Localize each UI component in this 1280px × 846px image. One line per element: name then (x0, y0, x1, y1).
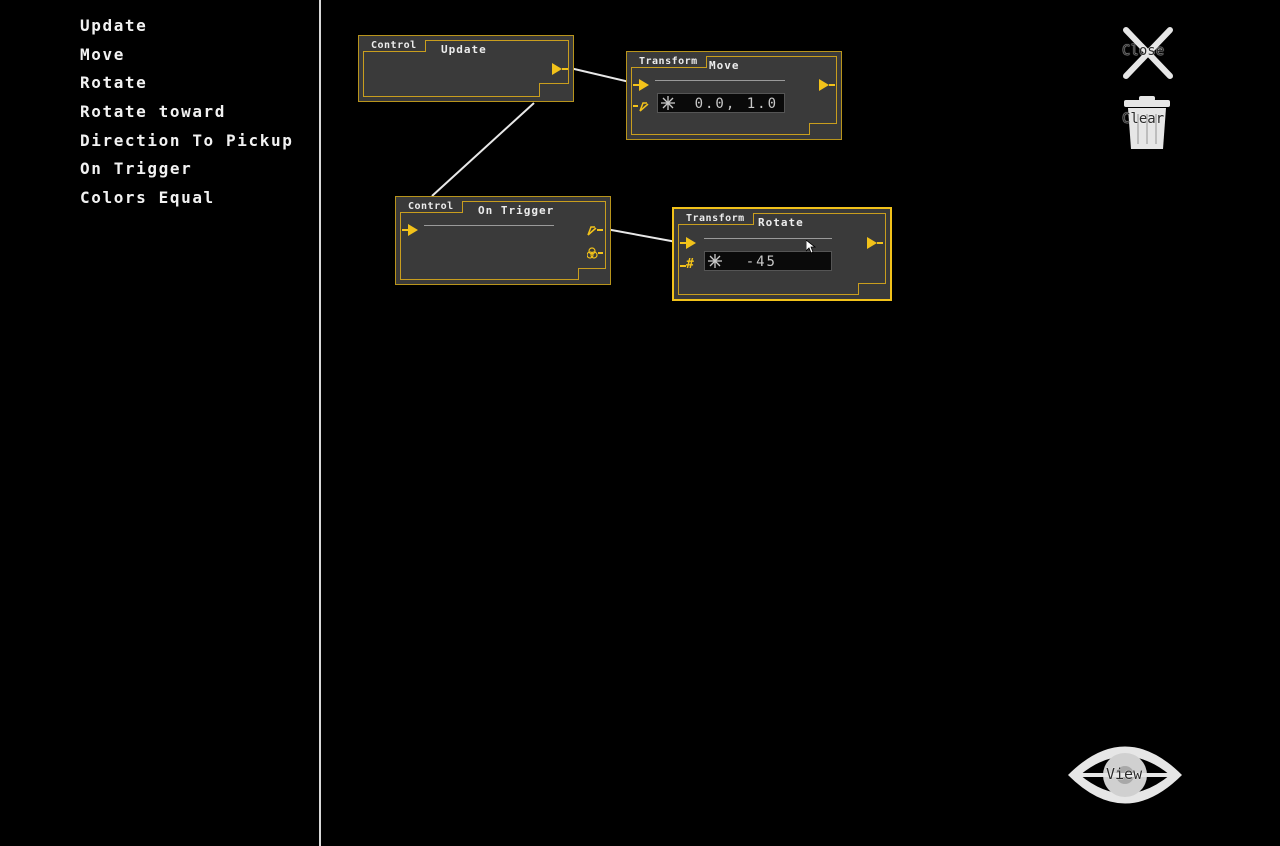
clear-label: Clear (1122, 111, 1165, 127)
color-circles-icon (587, 247, 603, 259)
node-title: Move (709, 59, 740, 72)
output-vector-port[interactable] (587, 224, 603, 236)
palette-item-on-trigger[interactable]: On Trigger (80, 158, 293, 187)
node-category-label: Control (363, 40, 426, 52)
output-color-port[interactable] (587, 247, 603, 259)
palette-item-rotate-toward[interactable]: Rotate toward (80, 101, 293, 130)
play-arrow-icon (552, 63, 568, 75)
input-flow-port[interactable] (680, 237, 696, 249)
node-palette-sidebar: Update Move Rotate Rotate toward Directi… (0, 0, 321, 846)
input-flow-port[interactable] (402, 224, 418, 236)
node-title: On Trigger (478, 204, 555, 217)
palette-item-direction-to-pickup[interactable]: Direction To Pickup (80, 130, 293, 159)
view-label: View (1106, 765, 1143, 783)
palette-item-move[interactable]: Move (80, 44, 293, 73)
node-title: Update (441, 43, 487, 56)
wire-on-trigger-to-rotate[interactable] (605, 228, 683, 244)
close-button[interactable]: Close (1118, 26, 1176, 82)
node-palette-list: Update Move Rotate Rotate toward Directi… (80, 15, 293, 216)
input-flow-port[interactable] (633, 79, 649, 91)
vector-icon (633, 102, 649, 112)
view-button[interactable]: View (1066, 734, 1184, 816)
rotate-angle-value-field[interactable]: -45 (704, 251, 832, 271)
node-title: Rotate (758, 216, 804, 229)
palette-item-update[interactable]: Update (80, 15, 293, 44)
vector-icon (587, 226, 603, 236)
output-flow-port[interactable] (552, 63, 568, 75)
output-flow-port[interactable] (819, 79, 835, 91)
play-arrow-icon (867, 237, 883, 249)
hash-icon: # (686, 257, 694, 272)
play-arrow-icon (633, 79, 649, 91)
node-rotate[interactable]: Transform Rotate # -45 (672, 207, 892, 301)
node-category-label: Transform (678, 213, 754, 225)
angle-value: -45 (745, 254, 777, 270)
node-on-trigger[interactable]: Control On Trigger (395, 196, 611, 285)
mouse-cursor-icon (806, 240, 816, 254)
palette-item-rotate[interactable]: Rotate (80, 72, 293, 101)
wire-update-to-on-trigger[interactable] (431, 102, 535, 197)
palette-item-colors-equal[interactable]: Colors Equal (80, 187, 293, 216)
asterisk-icon (661, 96, 675, 110)
asterisk-icon (708, 254, 722, 268)
vector-value: 0.0, 1.0 (694, 96, 778, 112)
output-flow-port[interactable] (867, 237, 883, 249)
node-move[interactable]: Transform Move 0.0, 1.0 (626, 51, 842, 140)
node-category-label: Transform (631, 56, 707, 68)
play-arrow-icon (819, 79, 835, 91)
node-update[interactable]: Control Update (358, 35, 574, 102)
input-vector-port[interactable] (633, 100, 649, 112)
input-number-port[interactable]: # (680, 257, 694, 272)
move-vector-value-field[interactable]: 0.0, 1.0 (657, 93, 785, 113)
close-label: Close (1122, 43, 1165, 59)
play-arrow-icon (680, 237, 696, 249)
clear-button[interactable]: Clear (1120, 94, 1176, 152)
play-arrow-icon (402, 224, 418, 236)
node-category-label: Control (400, 201, 463, 213)
